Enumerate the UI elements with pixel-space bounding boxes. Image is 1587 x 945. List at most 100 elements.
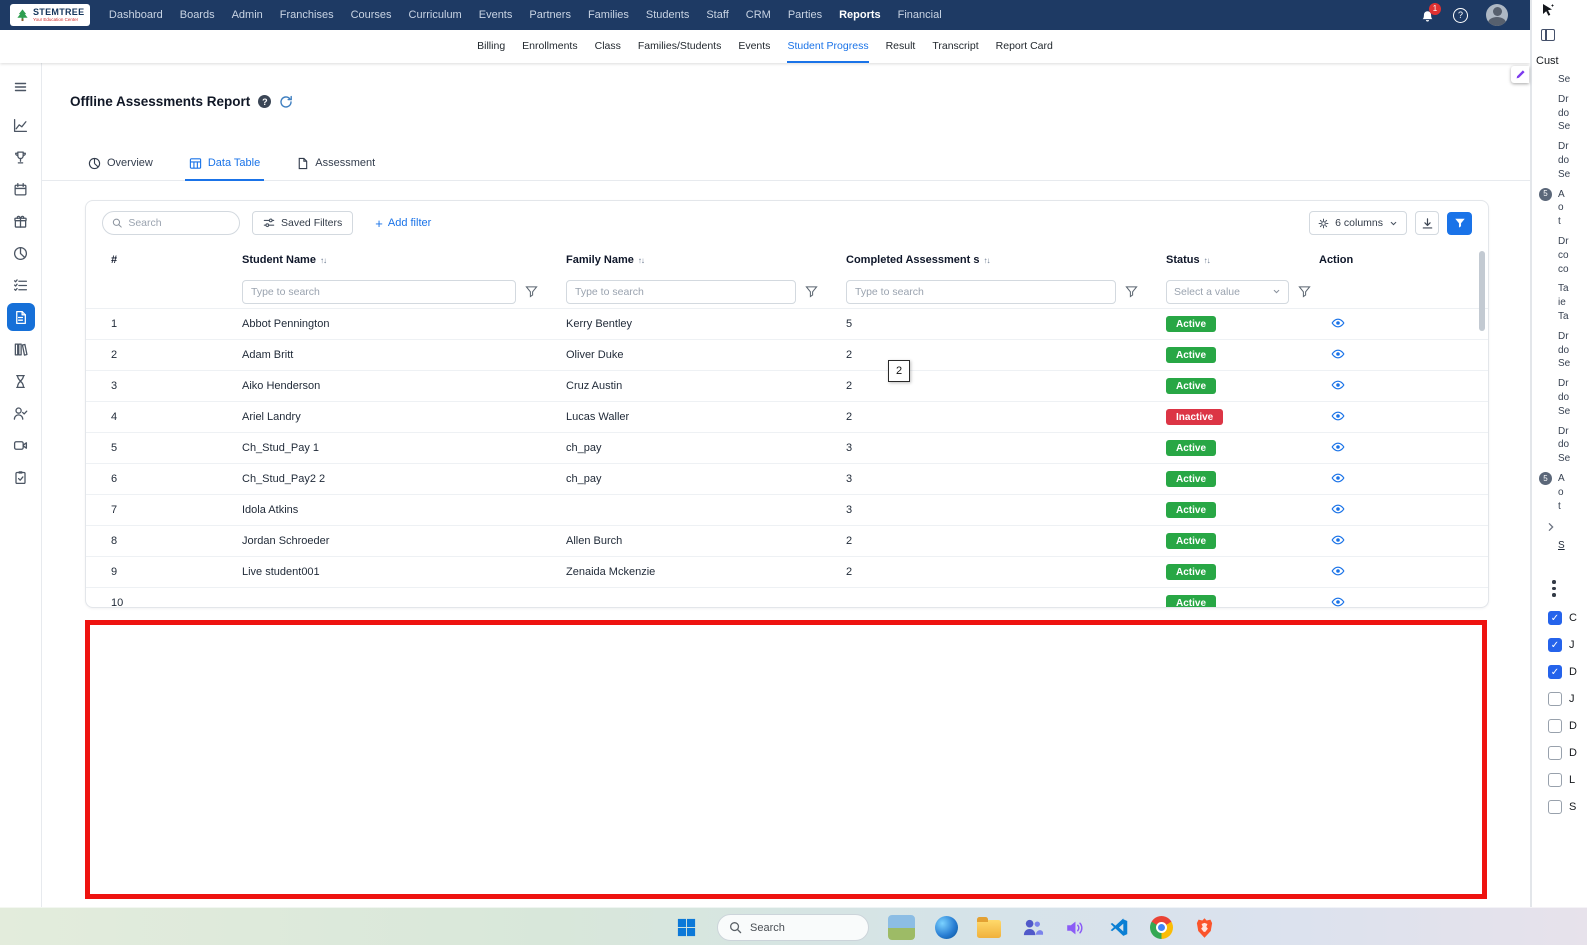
edge-browser-button[interactable] [934,916,958,940]
view-details-button[interactable] [1331,564,1345,578]
subnav-item-families-students[interactable]: Families/Students [638,30,721,63]
panel-checkbox-row[interactable]: S [1532,800,1587,814]
topnav-item-families[interactable]: Families [579,0,637,30]
user-avatar[interactable] [1486,4,1508,26]
topnav-item-partners[interactable]: Partners [521,0,580,30]
windows-start-button[interactable] [674,916,698,940]
funnel-icon[interactable] [1298,285,1311,298]
view-details-button[interactable] [1331,502,1345,516]
add-filter-button[interactable]: + Add filter [375,217,431,230]
app-logo[interactable]: STEMTREE Your Education Center [10,4,91,26]
panel-checkbox-row[interactable]: L [1532,773,1587,787]
panel-checkbox-row[interactable]: ✓ D [1532,665,1587,679]
family-name-filter-input[interactable] [566,279,796,304]
checkbox[interactable] [1548,800,1562,814]
view-details-button[interactable] [1331,347,1345,361]
subnav-item-report-card[interactable]: Report Card [996,30,1053,63]
checkbox[interactable] [1548,746,1562,760]
panel-link[interactable]: S [1558,540,1565,551]
sidebar-item-assessments[interactable] [6,303,35,331]
topnav-item-franchises[interactable]: Franchises [271,0,342,30]
volume-mixer-button[interactable] [1063,916,1087,940]
title-help-icon[interactable]: ? [258,95,272,108]
view-details-button[interactable] [1331,595,1345,608]
topnav-item-students[interactable]: Students [637,0,697,30]
view-details-button[interactable] [1331,378,1345,392]
panel-checkbox-row[interactable]: ✓ J [1532,638,1587,652]
refresh-icon[interactable] [279,95,293,109]
column-header-student-name[interactable]: Student Name ↑↓ [242,254,566,266]
funnel-icon[interactable] [525,285,538,298]
sidebar-item-statistics[interactable] [7,239,35,267]
tab-assessment[interactable]: Assessment [296,146,375,180]
funnel-icon[interactable] [1125,285,1138,298]
subnav-item-result[interactable]: Result [886,30,916,63]
widgets-weather-button[interactable] [888,915,915,940]
column-header-num[interactable]: # [111,254,242,266]
topnav-item-events[interactable]: Events [470,0,521,30]
columns-selector-button[interactable]: 6 columns [1309,211,1407,235]
topnav-item-dashboard[interactable]: Dashboard [100,0,171,30]
subnav-item-enrollments[interactable]: Enrollments [522,30,577,63]
view-details-button[interactable] [1331,316,1345,330]
taskbar-search[interactable]: Search [717,914,869,941]
funnel-icon[interactable] [805,285,818,298]
sidebar-item-attendance[interactable] [7,399,35,427]
sidebar-item-calendar[interactable] [7,175,35,203]
teams-button[interactable] [1020,916,1044,940]
more-options-button[interactable] [1548,576,1560,601]
column-header-family-name[interactable]: Family Name ↑↓ [566,254,846,266]
subnav-item-transcript[interactable]: Transcript [932,30,978,63]
view-details-button[interactable] [1331,471,1345,485]
brave-button[interactable] [1192,916,1216,940]
filter-button[interactable] [1447,211,1472,235]
sidebar-item-analytics[interactable] [7,111,35,139]
view-details-button[interactable] [1331,440,1345,454]
tab-overview[interactable]: Overview [88,146,153,180]
notifications-button[interactable]: 1 [1420,2,1441,23]
sidebar-item-videos[interactable] [7,431,35,459]
topnav-item-reports[interactable]: Reports [831,0,890,30]
subnav-item-billing[interactable]: Billing [477,30,505,63]
panel-checkbox-row[interactable]: D [1532,746,1587,760]
checkbox[interactable] [1548,719,1562,733]
panel-checkbox-row[interactable]: D [1532,719,1587,733]
sidebar-item-pending[interactable] [7,367,35,395]
sidebar-item-library[interactable] [7,335,35,363]
column-header-completed-assessments[interactable]: Completed Assessment s ↑↓ [846,254,1166,266]
panel-checkbox-row[interactable]: ✓ C [1532,611,1587,625]
file-explorer-button[interactable] [977,916,1001,940]
chrome-button[interactable] [1149,916,1173,940]
saved-filters-button[interactable]: Saved Filters [252,211,354,235]
topnav-item-crm[interactable]: CRM [737,0,779,30]
panel-checkbox-row[interactable]: J [1532,692,1587,706]
search-input[interactable] [128,217,230,229]
chevron-right-icon[interactable] [1546,522,1556,532]
topnav-item-admin[interactable]: Admin [223,0,271,30]
completed-assessments-filter-input[interactable] [846,279,1116,304]
sidebar-item-achievements[interactable] [7,143,35,171]
checkbox[interactable]: ✓ [1548,665,1562,679]
subnav-item-events[interactable]: Events [738,30,770,63]
topnav-item-courses[interactable]: Courses [342,0,400,30]
checkbox[interactable] [1548,692,1562,706]
topnav-item-curriculum[interactable]: Curriculum [400,0,470,30]
topnav-item-parties[interactable]: Parties [779,0,830,30]
checkbox[interactable] [1548,773,1562,787]
checkbox[interactable]: ✓ [1548,611,1562,625]
tab-data-table[interactable]: Data Table [184,146,265,181]
menu-toggle-button[interactable] [7,73,35,101]
subnav-item-class[interactable]: Class [595,30,621,63]
view-details-button[interactable] [1331,533,1345,547]
topnav-item-boards[interactable]: Boards [171,0,223,30]
sidebar-item-tasks[interactable] [7,271,35,299]
vscode-button[interactable] [1106,916,1130,940]
status-filter-select[interactable]: Select a value [1166,279,1289,304]
sidebar-item-rewards[interactable] [7,207,35,235]
help-button[interactable]: ? [1453,7,1468,23]
annotate-edit-button[interactable] [1511,66,1529,83]
sidebar-item-grading[interactable] [7,463,35,491]
topnav-item-financial[interactable]: Financial [889,0,950,30]
column-header-status[interactable]: Status ↑↓ [1166,254,1319,266]
panel-toggle-icon[interactable] [1541,29,1555,41]
